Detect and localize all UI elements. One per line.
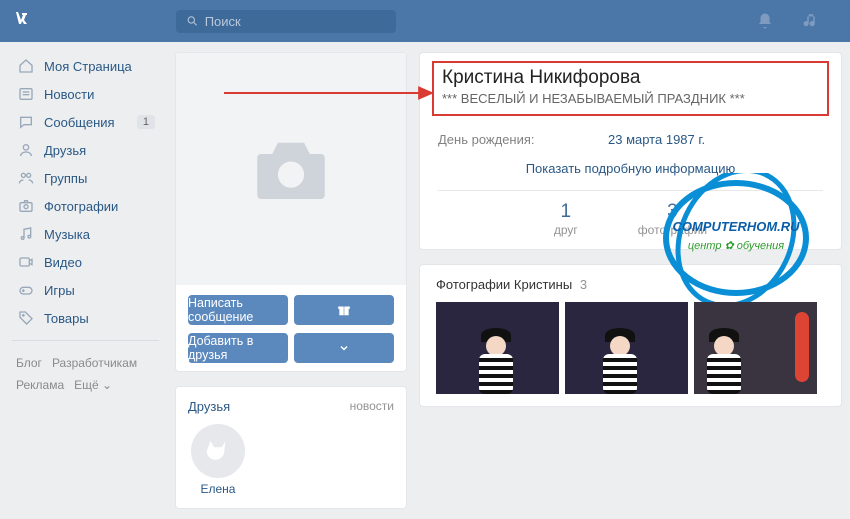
chevron-down-icon xyxy=(338,342,350,354)
nav-games[interactable]: Игры xyxy=(8,276,163,304)
video-icon xyxy=(16,254,36,270)
camera-icon xyxy=(16,198,36,214)
nav-label: Музыка xyxy=(44,227,90,242)
counter-friends[interactable]: 1 друг xyxy=(554,201,578,237)
photo-thumbnail[interactable] xyxy=(694,302,817,394)
button-label: Добавить в друзья xyxy=(188,334,288,362)
photo-thumbnail[interactable] xyxy=(565,302,688,394)
nav-news[interactable]: Новости xyxy=(8,80,163,108)
friends-card: Друзья новости Елена xyxy=(175,386,407,509)
nav-friends[interactable]: Друзья xyxy=(8,136,163,164)
friend-item[interactable]: Елена xyxy=(188,424,248,496)
photos-title[interactable]: Фотографии Кристины 3 xyxy=(436,277,825,292)
name-highlight-box: Кристина Никифорова *** ВЕСЕЛЫЙ И НЕЗАБЫ… xyxy=(432,61,829,116)
nav-label: Друзья xyxy=(44,143,86,158)
nav-label: Игры xyxy=(44,283,75,298)
profile-status[interactable]: *** ВЕСЕЛЫЙ И НЕЗАБЫВАЕМЫЙ ПРАЗДНИК *** xyxy=(442,91,819,106)
nav-label: Новости xyxy=(44,87,94,102)
footer-links: Блог Разработчикам Реклама Ещё ⌄ xyxy=(8,349,163,400)
footer-more[interactable]: Ещё ⌄ xyxy=(74,378,112,392)
footer-blog[interactable]: Блог xyxy=(16,356,42,370)
nav-label: Видео xyxy=(44,255,82,270)
counter-photos[interactable]: 3 фотографии xyxy=(638,201,707,237)
birthday-label: День рождения: xyxy=(438,132,608,147)
button-label: Написать сообщение xyxy=(188,296,288,324)
profile-name: Кристина Никифорова xyxy=(442,67,819,89)
nav-badge: 1 xyxy=(137,115,155,129)
photos-card: Фотографии Кристины 3 xyxy=(419,264,842,407)
nav-label: Фотографии xyxy=(44,199,118,214)
counter-label: фотографии xyxy=(638,223,707,237)
vk-logo[interactable] xyxy=(12,6,36,36)
friends-title[interactable]: Друзья xyxy=(188,399,230,414)
photos-count: 3 xyxy=(580,277,587,292)
nav-label: Товары xyxy=(44,311,89,326)
nav-label: Группы xyxy=(44,171,87,186)
search-input[interactable] xyxy=(205,14,386,29)
main-layout: Моя Страница Новости Сообщения 1 Друзья Г… xyxy=(0,42,850,519)
friend-avatar xyxy=(191,424,245,478)
nav-music[interactable]: Музыка xyxy=(8,220,163,248)
main-column: Кристина Никифорова *** ВЕСЕЛЫЙ И НЕЗАБЫ… xyxy=(419,52,842,509)
message-icon xyxy=(16,114,36,130)
birthday-row: День рождения: 23 марта 1987 г. xyxy=(438,126,823,153)
counter-label: друг xyxy=(554,223,578,237)
dog-avatar-icon xyxy=(203,436,233,466)
music-icon[interactable] xyxy=(802,12,820,30)
nav-market[interactable]: Товары xyxy=(8,304,163,332)
camera-placeholder-icon xyxy=(246,124,336,214)
photo-thumbnail[interactable] xyxy=(436,302,559,394)
groups-icon xyxy=(16,170,36,186)
nav-groups[interactable]: Группы xyxy=(8,164,163,192)
sidebar: Моя Страница Новости Сообщения 1 Друзья Г… xyxy=(8,52,163,509)
counter-number: 3 xyxy=(638,201,707,223)
user-icon xyxy=(16,142,36,158)
birthday-value[interactable]: 23 марта 1987 г. xyxy=(608,132,705,147)
friend-name: Елена xyxy=(201,482,236,496)
nav-messages[interactable]: Сообщения 1 xyxy=(8,108,163,136)
news-icon xyxy=(16,86,36,102)
photos-row xyxy=(436,302,825,394)
friends-news-link[interactable]: новости xyxy=(350,399,394,414)
note-icon xyxy=(16,226,36,242)
gift-button[interactable] xyxy=(294,295,394,325)
counter-number: 1 xyxy=(554,201,578,223)
sidebar-divider xyxy=(12,340,159,341)
tag-icon xyxy=(16,310,36,326)
footer-developers[interactable]: Разработчикам xyxy=(52,356,137,370)
annotation-arrow xyxy=(224,83,434,103)
bell-icon[interactable] xyxy=(756,12,774,30)
info-card: Кристина Никифорова *** ВЕСЕЛЫЙ И НЕЗАБЫ… xyxy=(419,52,842,250)
svg-text:центр ✿ обучения: центр ✿ обучения xyxy=(688,240,784,252)
show-more-link[interactable]: Показать подробную информацию xyxy=(438,153,823,184)
gift-icon xyxy=(337,303,351,317)
gamepad-icon xyxy=(16,282,36,298)
nav-video[interactable]: Видео xyxy=(8,248,163,276)
search-box[interactable] xyxy=(176,10,396,33)
top-header xyxy=(0,0,850,42)
nav-label: Моя Страница xyxy=(44,59,132,74)
photos-title-text: Фотографии Кристины xyxy=(436,277,572,292)
dropdown-button[interactable] xyxy=(294,333,394,363)
write-message-button[interactable]: Написать сообщение xyxy=(188,295,288,325)
home-icon xyxy=(16,58,36,74)
profile-column: Написать сообщение Добавить в друзья Дру… xyxy=(175,52,407,509)
footer-ads[interactable]: Реклама xyxy=(16,378,64,392)
nav-label: Сообщения xyxy=(44,115,115,130)
nav-photos[interactable]: Фотографии xyxy=(8,192,163,220)
add-friend-button[interactable]: Добавить в друзья xyxy=(188,333,288,363)
counters-row: 1 друг 3 фотографии xyxy=(438,190,823,241)
nav-my-page[interactable]: Моя Страница xyxy=(8,52,163,80)
search-icon xyxy=(186,14,199,28)
